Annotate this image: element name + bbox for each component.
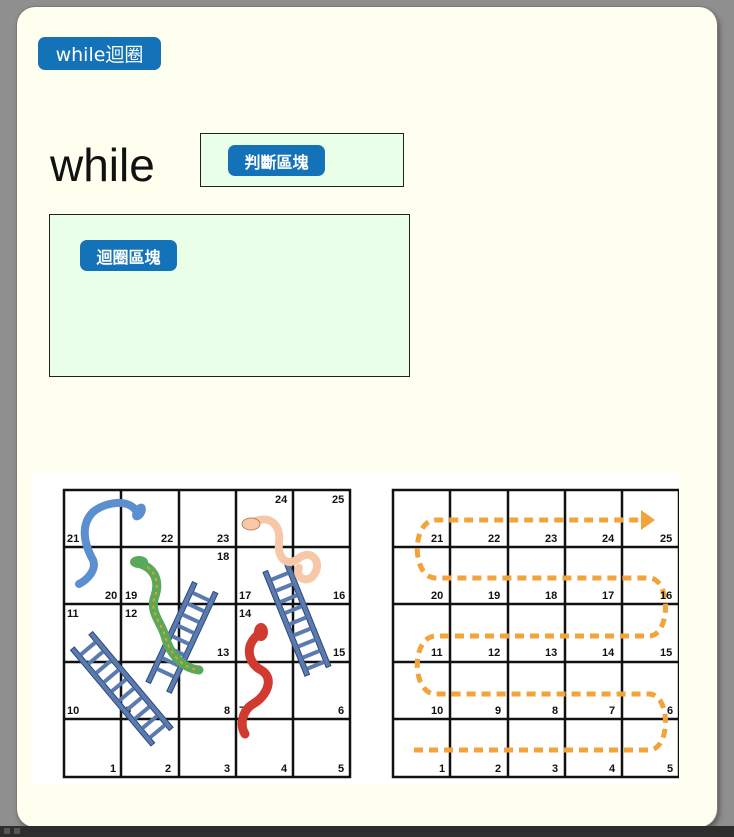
right-cell-16: 16 xyxy=(660,590,672,602)
left-cell-24: 24 xyxy=(275,494,288,506)
right-cell-1: 1 xyxy=(439,763,445,775)
left-cell-8: 8 xyxy=(224,705,230,717)
left-cell-21: 21 xyxy=(67,533,79,545)
left-cell-16: 16 xyxy=(333,590,345,602)
right-cell-20: 20 xyxy=(431,590,443,602)
toolbar-handle-icon xyxy=(14,828,20,834)
left-cell-15: 15 xyxy=(333,647,345,659)
right-cell-10: 10 xyxy=(431,705,443,717)
right-cell-3: 3 xyxy=(552,763,558,775)
board-illustration: 24 25 21 22 23 20 19 18 17 16 11 12 13 1… xyxy=(31,472,681,784)
left-cell-2: 2 xyxy=(165,763,171,775)
right-cell-18: 18 xyxy=(545,590,557,602)
title-badge: while迴圈 xyxy=(38,37,161,70)
right-cell-23: 23 xyxy=(545,533,557,545)
left-cell-10: 10 xyxy=(67,705,79,717)
loop-body-block xyxy=(49,214,410,377)
right-cell-9: 9 xyxy=(495,705,501,717)
left-cell-17: 17 xyxy=(239,590,251,602)
right-cell-24: 24 xyxy=(602,533,615,545)
right-cell-14: 14 xyxy=(602,647,615,659)
right-cell-15: 15 xyxy=(660,647,672,659)
left-cell-6: 6 xyxy=(338,705,344,717)
left-cell-5: 5 xyxy=(338,763,344,775)
left-cell-19: 19 xyxy=(125,590,137,602)
left-cell-18: 18 xyxy=(217,551,229,563)
left-cell-13: 13 xyxy=(217,647,229,659)
loop-body-badge: 迴圈區塊 xyxy=(80,240,177,271)
right-cell-17: 17 xyxy=(602,590,614,602)
left-cell-25: 25 xyxy=(332,494,344,506)
right-cell-7: 7 xyxy=(609,705,615,717)
right-cell-4: 4 xyxy=(609,763,616,775)
left-cell-12: 12 xyxy=(125,608,137,620)
right-cell-5: 5 xyxy=(667,763,673,775)
left-cell-22: 22 xyxy=(161,533,173,545)
boards-svg: 24 25 21 22 23 20 19 18 17 16 11 12 13 1… xyxy=(62,488,681,779)
right-cell-25: 25 xyxy=(660,533,672,545)
left-cell-1: 1 xyxy=(110,763,116,775)
snakes-ladders-board: 24 25 21 22 23 20 19 18 17 16 11 12 13 1… xyxy=(62,488,352,779)
toolbar-handle-icon xyxy=(4,828,10,834)
path-board: 21 22 23 24 25 20 19 18 17 16 11 12 13 1… xyxy=(391,488,681,779)
right-cell-13: 13 xyxy=(545,647,557,659)
left-cell-23: 23 xyxy=(217,533,229,545)
right-cell-12: 12 xyxy=(488,647,500,659)
left-cell-11: 11 xyxy=(67,608,79,620)
while-keyword: while xyxy=(50,139,155,191)
right-cell-22: 22 xyxy=(488,533,500,545)
right-cell-21: 21 xyxy=(431,533,443,545)
left-cell-20: 20 xyxy=(105,590,117,602)
right-cell-6: 6 xyxy=(667,705,673,717)
left-cell-4: 4 xyxy=(281,763,288,775)
left-cell-14: 14 xyxy=(239,608,252,620)
bottom-toolbar xyxy=(0,826,734,837)
right-cell-2: 2 xyxy=(495,763,501,775)
right-cell-8: 8 xyxy=(552,705,558,717)
right-cell-11: 11 xyxy=(431,647,443,659)
left-cell-3: 3 xyxy=(224,763,230,775)
condition-badge: 判斷區塊 xyxy=(228,145,325,176)
right-cell-19: 19 xyxy=(488,590,500,602)
